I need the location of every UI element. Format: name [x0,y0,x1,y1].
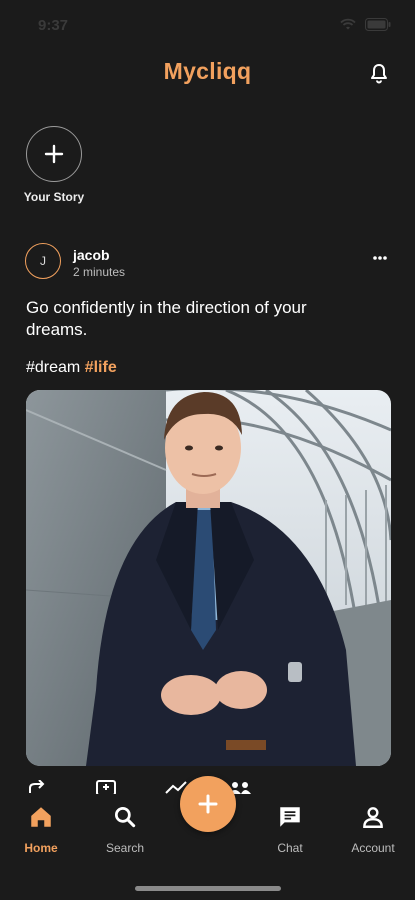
nav-label-chat: Chat [277,841,303,855]
post-tags: #dream #life [26,359,117,377]
nav-account[interactable]: Account [338,804,408,855]
status-icons [339,18,391,31]
post-time: 2 minutes [73,265,126,279]
tag[interactable]: #dream [26,359,80,376]
battery-icon [365,18,391,31]
tag[interactable]: #life [85,359,117,376]
app-title: Mycliqq [163,58,252,84]
nav-home[interactable]: Home [6,804,76,855]
post-image[interactable] [26,390,391,766]
avatar-initial: J [40,254,46,268]
app-screen: 9:37 Mycliqq Your Story J jacob 2 minute… [0,0,415,900]
chat-icon [280,807,300,827]
wifi-icon [340,18,356,30]
nav-label-search: Search [105,841,145,855]
share-icon[interactable] [27,780,49,794]
create-post-button[interactable] [180,776,236,832]
avatar[interactable]: J [25,243,61,279]
status-time: 9:37 [38,17,69,34]
add-story-button[interactable] [26,126,82,182]
your-story[interactable]: Your Story [24,126,86,204]
plus-icon [198,794,218,814]
nav-chat[interactable]: Chat [255,804,325,855]
nav-label-home: Home [24,841,58,855]
plus-icon [44,144,64,164]
bell-icon[interactable] [367,62,391,86]
home-icon [31,807,51,827]
account-icon [363,807,383,828]
nav-label-account: Account [351,841,395,855]
post-text: Go confidently in the direction of your … [26,298,307,339]
post-photo [26,390,391,766]
status-bar: 9:37 [0,0,415,44]
home-indicator [135,886,281,891]
story-label: Your Story [23,190,85,204]
post-header: J jacob 2 minutes [25,243,391,283]
search-icon [114,806,136,828]
nav-search[interactable]: Search [90,804,160,855]
more-horizontal-icon[interactable] [373,255,387,261]
post-username[interactable]: jacob [73,247,110,263]
add-box-icon[interactable] [95,780,117,794]
